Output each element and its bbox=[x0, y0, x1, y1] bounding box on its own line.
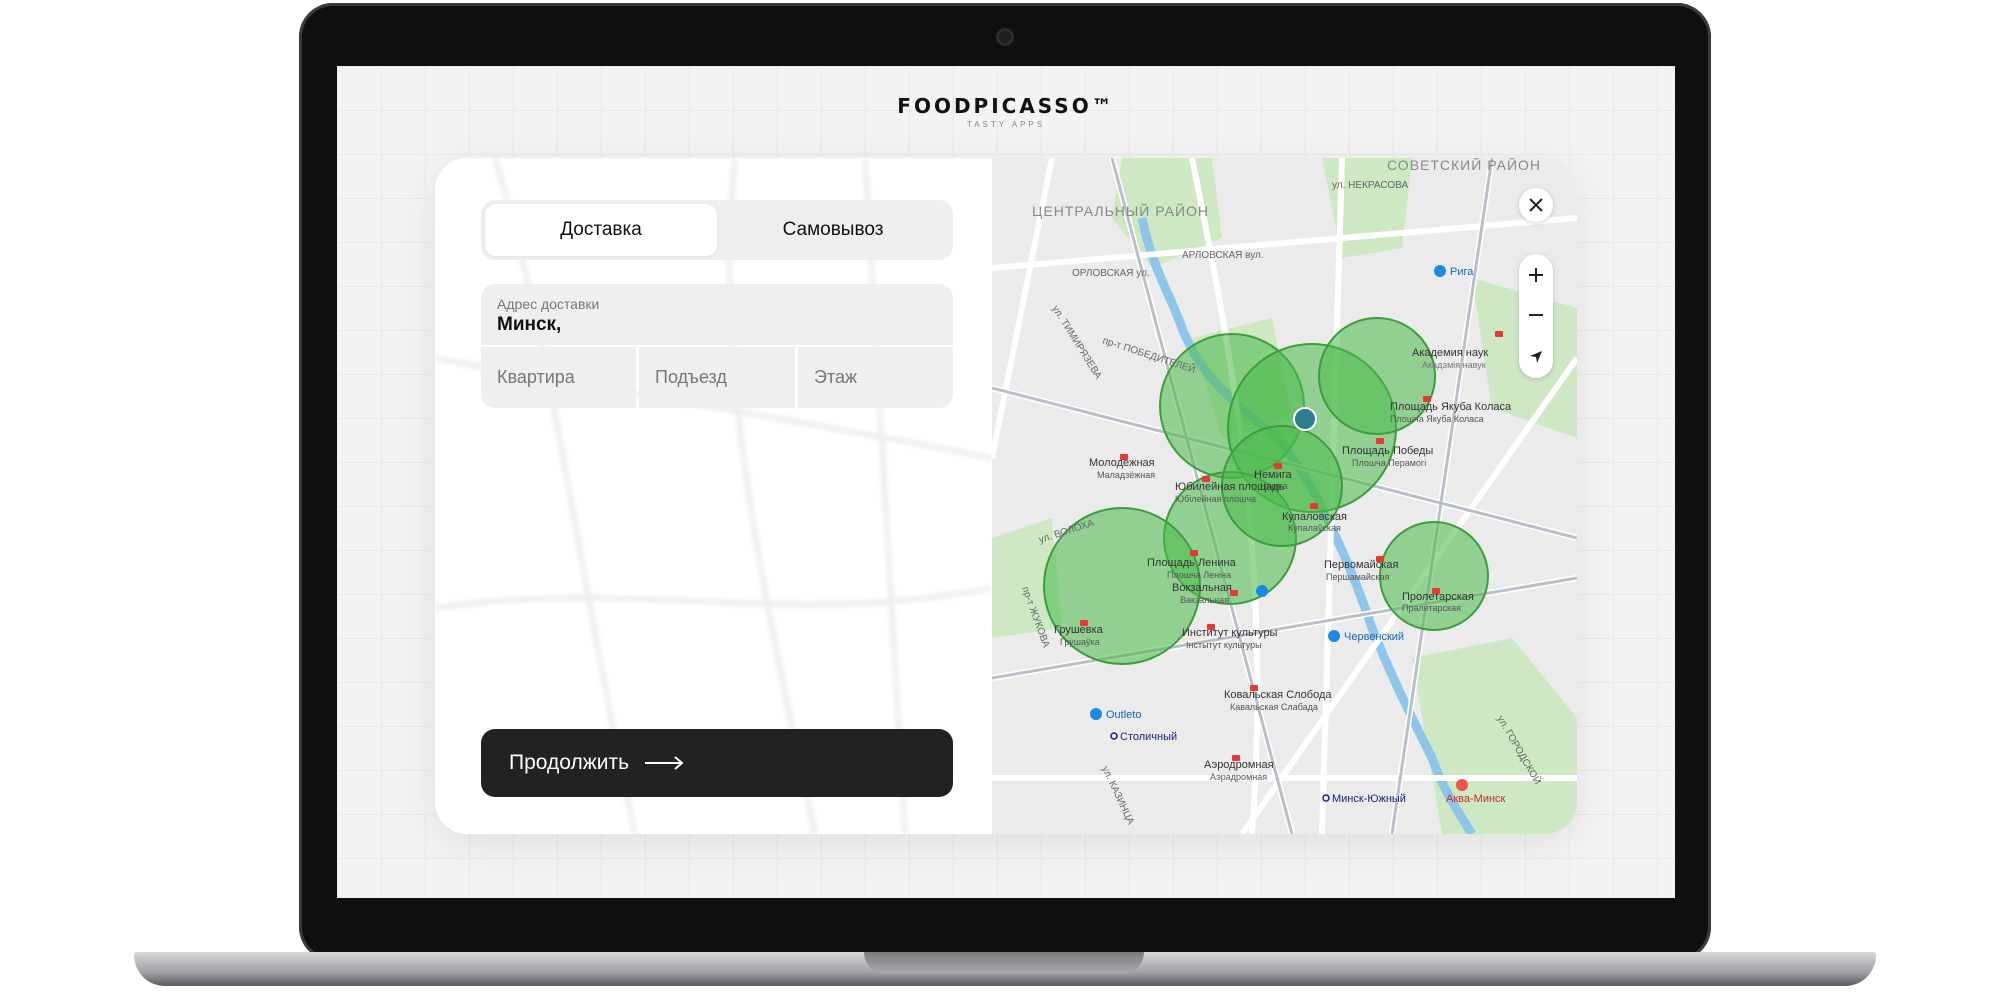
metro-icon bbox=[1423, 396, 1431, 402]
close-icon bbox=[1529, 198, 1543, 212]
poi-label: Рига bbox=[1450, 266, 1474, 278]
brand-name: FOODPICASSO™ bbox=[897, 94, 1115, 118]
metro-icon bbox=[1376, 438, 1384, 444]
apartment-field[interactable] bbox=[481, 347, 636, 408]
poi-label: Червенский bbox=[1344, 631, 1404, 643]
station-label-alt: Інстытут культуры bbox=[1186, 640, 1262, 650]
arrow-right-icon bbox=[645, 756, 684, 770]
metro-icon bbox=[1274, 463, 1282, 469]
street-label: АРЛОВСКАЯ вул. bbox=[1182, 250, 1264, 261]
floor-input[interactable] bbox=[798, 366, 953, 389]
form-panel: Доставка Самовывоз Адрес доставки П bbox=[435, 158, 992, 834]
metro-icon bbox=[1232, 755, 1240, 761]
plus-icon bbox=[1529, 268, 1543, 282]
address-label: Адрес доставки bbox=[497, 296, 600, 312]
map-canvas[interactable]: ЦЕНТРАЛЬНЫЙ РАЙОН СОВЕТСКИЙ РАЙОН ул. НЕ… bbox=[992, 158, 1577, 834]
station-label: Ковальская Слобода bbox=[1224, 689, 1332, 701]
entrance-input[interactable] bbox=[639, 366, 795, 389]
locate-me-button[interactable] bbox=[1519, 338, 1553, 376]
delivery-card: Доставка Самовывоз Адрес доставки П bbox=[435, 158, 1577, 834]
district-central: ЦЕНТРАЛЬНЫЙ РАЙОН bbox=[1032, 202, 1209, 219]
station-label-alt: Купалаўская bbox=[1288, 523, 1341, 533]
entrance-field[interactable] bbox=[639, 347, 795, 408]
continue-button[interactable]: Продолжить bbox=[481, 729, 953, 797]
station-label: Немига bbox=[1254, 469, 1293, 481]
station-label: Первомайская bbox=[1324, 559, 1398, 571]
zoom-controls bbox=[1519, 254, 1553, 378]
apartment-input[interactable] bbox=[481, 366, 636, 389]
station-label-alt: Юбілейная плошча bbox=[1175, 494, 1256, 504]
floor-field[interactable] bbox=[798, 347, 953, 408]
metro-icon bbox=[1310, 503, 1318, 509]
delivery-method-tabs: Доставка Самовывоз bbox=[481, 200, 953, 260]
station-label: Юбилейная площадь bbox=[1175, 481, 1285, 493]
station-label-alt: Грушаўка bbox=[1060, 637, 1100, 647]
street-label: ул. НЕКРАСОВА bbox=[1332, 180, 1408, 191]
address-field[interactable]: Адрес доставки bbox=[481, 284, 953, 345]
metro-icon bbox=[1432, 588, 1440, 594]
metro-icon bbox=[1230, 590, 1238, 596]
station-label: Институт культуры bbox=[1182, 627, 1278, 639]
station-label: Площадь Ленина bbox=[1147, 557, 1237, 569]
station-label: Купаловская bbox=[1282, 511, 1347, 523]
tab-delivery[interactable]: Доставка bbox=[485, 204, 717, 256]
address-input[interactable] bbox=[497, 314, 937, 336]
screen: FOODPICASSO™ TASTY APPS Доставка Самовыв… bbox=[337, 66, 1675, 898]
station-label: Академия наук bbox=[1412, 347, 1488, 359]
station-label: Площадь Якуба Коласа bbox=[1390, 401, 1512, 413]
metro-icon bbox=[1202, 476, 1210, 482]
delivery-map[interactable]: ЦЕНТРАЛЬНЫЙ РАЙОН СОВЕТСКИЙ РАЙОН ул. НЕ… bbox=[992, 158, 1577, 834]
station-label: Площадь Победы bbox=[1342, 445, 1433, 457]
address-details bbox=[481, 347, 953, 408]
brand-logo: FOODPICASSO™ TASTY APPS bbox=[337, 94, 1675, 129]
metro-icon bbox=[1190, 550, 1198, 556]
district-sovetsky: СОВЕТСКИЙ РАЙОН bbox=[1387, 158, 1541, 173]
minus-icon bbox=[1529, 314, 1543, 316]
station-label-alt: Плошча Якуба Коласа bbox=[1390, 414, 1484, 424]
station-label-alt: Плошча Перамогі bbox=[1352, 458, 1426, 468]
metro-icon bbox=[1495, 331, 1503, 337]
zoom-in-button[interactable] bbox=[1519, 256, 1553, 294]
station-label: Грушевка bbox=[1054, 624, 1104, 636]
metro-icon bbox=[1120, 454, 1128, 460]
street-label: ОРЛОВСКАЯ ул. bbox=[1072, 268, 1150, 279]
shop-icon bbox=[1328, 630, 1340, 642]
poi-label: Столичный bbox=[1120, 731, 1177, 743]
metro-icon bbox=[1250, 685, 1258, 691]
location-arrow-icon bbox=[1530, 351, 1542, 363]
station-label: Вокзальная bbox=[1172, 582, 1232, 594]
continue-label: Продолжить bbox=[509, 751, 630, 774]
laptop-notch bbox=[864, 952, 1144, 974]
railway-icon bbox=[1256, 585, 1268, 597]
metro-icon bbox=[1080, 620, 1088, 626]
close-map-button[interactable] bbox=[1519, 188, 1553, 222]
poi-label: Аква-Минск bbox=[1446, 793, 1506, 805]
station-label-alt: Кавальская Слабада bbox=[1230, 702, 1318, 712]
webcam bbox=[996, 28, 1014, 46]
station-label-alt: Плошча Леніна bbox=[1167, 570, 1231, 580]
metro-icon bbox=[1207, 624, 1215, 630]
station-label-alt: Аэрадромная bbox=[1210, 772, 1267, 782]
metro-icon bbox=[1376, 556, 1384, 562]
station-label-alt: Вакзальная bbox=[1180, 595, 1229, 605]
tab-pickup[interactable]: Самовывоз bbox=[717, 204, 949, 256]
medical-icon bbox=[1456, 779, 1468, 791]
station-label-alt: Маладзёжная bbox=[1097, 470, 1155, 480]
station-label-alt: Пралетарская bbox=[1402, 603, 1461, 613]
poi-label: Outleto bbox=[1106, 709, 1141, 721]
landmark-icon bbox=[1293, 407, 1317, 431]
poi-label: Минск-Южный bbox=[1332, 793, 1406, 805]
station-label-alt: Першамайская bbox=[1326, 572, 1390, 582]
shop-icon bbox=[1434, 265, 1446, 277]
brand-tagline: TASTY APPS bbox=[966, 120, 1046, 129]
shop-icon bbox=[1090, 708, 1102, 720]
zoom-out-button[interactable] bbox=[1519, 296, 1553, 334]
station-label-alt: Акадэмія навук bbox=[1422, 360, 1486, 370]
